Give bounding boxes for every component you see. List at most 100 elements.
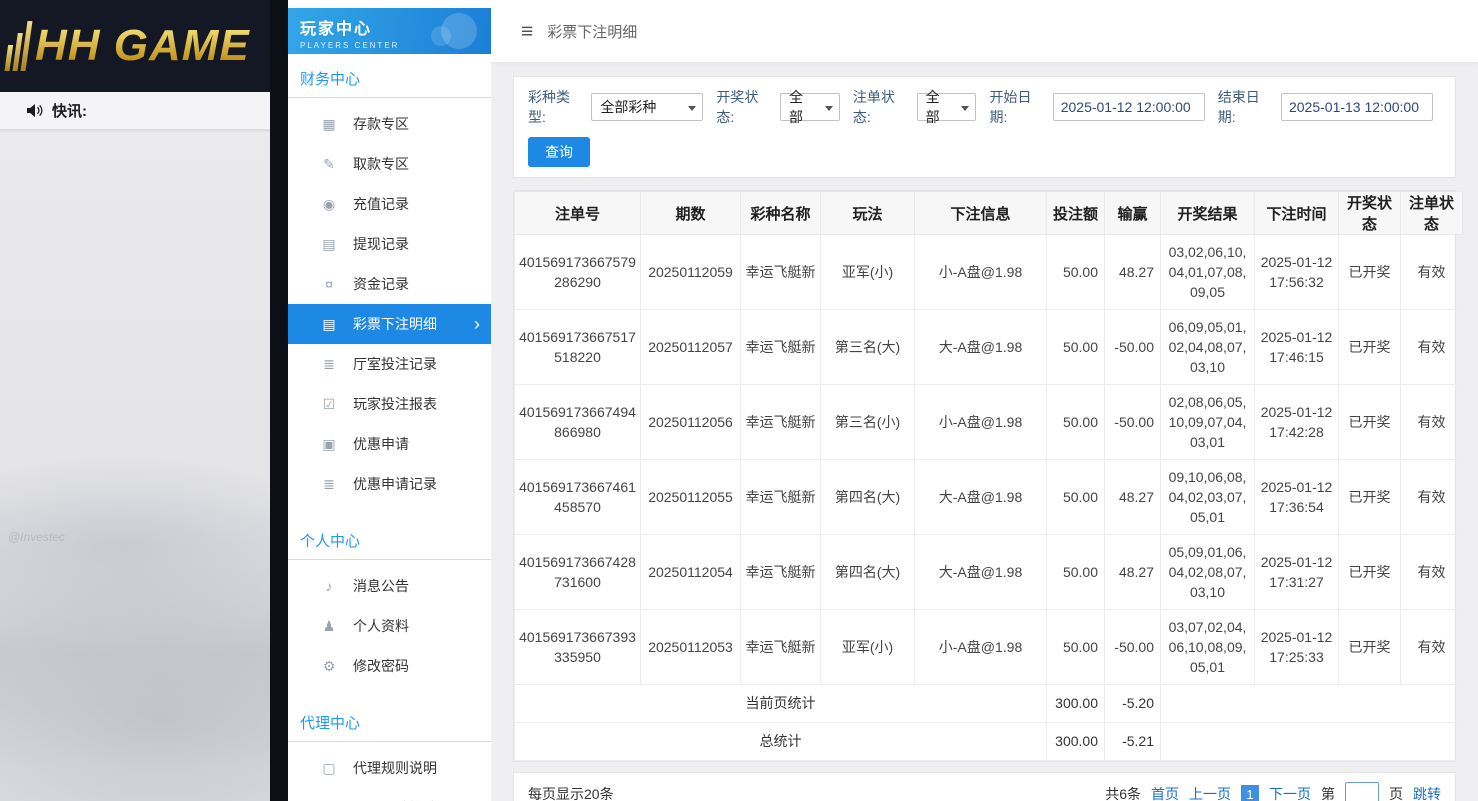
end-date-input[interactable] bbox=[1281, 93, 1433, 121]
cell-bet-time: 2025-01-12 17:46:15 bbox=[1255, 310, 1339, 385]
summary-row: 当前页统计300.00-5.20 bbox=[515, 685, 1463, 723]
first-page-link[interactable]: 首页 bbox=[1151, 784, 1179, 801]
sidebar-item-label: 厅室投注记录 bbox=[353, 354, 437, 374]
main: ≡ 彩票下注明细 彩种类型: 全部彩种 开奖状态: 全 bbox=[491, 0, 1478, 801]
cell-lottery-name: 幸运飞艇新 bbox=[741, 610, 821, 685]
sidebar-item-agent-rules[interactable]: ▢代理规则说明 bbox=[288, 748, 491, 788]
cell-bet-time: 2025-01-12 17:56:32 bbox=[1255, 235, 1339, 310]
sidebar-item-lottery-bet-detail[interactable]: ▤彩票下注明细› bbox=[288, 304, 491, 344]
brand-logo[interactable]: HH GAME bbox=[8, 21, 250, 71]
chevron-down-icon bbox=[688, 106, 696, 115]
sidebar-item-promo-apply[interactable]: ▣优惠申请 bbox=[288, 424, 491, 464]
bet-table-card: 注单号期数彩种名称玩法下注信息投注额输赢开奖结果下注时间开奖状态注单状态 401… bbox=[513, 190, 1456, 762]
sidebar-item-label: 代理规则说明 bbox=[353, 758, 437, 778]
sidebar-item-label: 修改密码 bbox=[353, 656, 409, 676]
end-date-filter: 结束日期: bbox=[1218, 87, 1433, 127]
speaker-icon bbox=[26, 103, 43, 118]
news-ticker: 快讯: bbox=[0, 92, 270, 130]
col-header-bet-info: 下注信息 bbox=[915, 192, 1047, 235]
cell-win-loss: -50.00 bbox=[1105, 385, 1161, 460]
sidebar-item-recharge-record[interactable]: ◉ 充值记录 bbox=[288, 184, 491, 224]
cell-draw-result: 03,02,06,10,04,01,07,08,09,05 bbox=[1161, 235, 1255, 310]
query-button[interactable]: 查询 bbox=[528, 137, 590, 167]
sidebar-title: 玩家中心 bbox=[300, 15, 491, 39]
start-date-label: 开始日期: bbox=[989, 87, 1048, 127]
sidebar-item-withdrawal-record[interactable]: ▤提现记录 bbox=[288, 224, 491, 264]
jump-button[interactable]: 跳转 bbox=[1413, 784, 1441, 801]
sidebar-item-hall-bet-record[interactable]: ≣ 厅室投注记录 bbox=[288, 344, 491, 384]
sidebar-item-withdraw[interactable]: ✎取款专区 bbox=[288, 144, 491, 184]
cell-period: 20250112059 bbox=[641, 235, 741, 310]
lottery-type-select[interactable]: 全部彩种 bbox=[591, 93, 703, 121]
sidebar-item-label: 彩票下注明细 bbox=[353, 314, 437, 334]
sidebar-item-label: 充值记录 bbox=[353, 194, 409, 214]
jump-page-input[interactable] bbox=[1345, 782, 1379, 801]
filter-row: 彩种类型: 全部彩种 开奖状态: 全部 注单 bbox=[528, 87, 1441, 127]
sidebar-item-label: 资金记录 bbox=[353, 274, 409, 294]
table-row: 40156917366746145857020250112055幸运飞艇新第四名… bbox=[515, 460, 1463, 535]
section-title: 财务中心 bbox=[288, 54, 491, 98]
cell-draw-status: 已开奖 bbox=[1339, 610, 1401, 685]
cell-win-loss: -50.00 bbox=[1105, 310, 1161, 385]
cell-bet-id: 401569173667461458570 bbox=[515, 460, 641, 535]
prev-page-link[interactable]: 上一页 bbox=[1189, 784, 1231, 801]
sidebar: 玩家中心 PLAYERS CENTER 财务中心▦存款专区✎取款专区◉充值记录▤… bbox=[288, 0, 491, 801]
cell-bet-info: 大-A盘@1.98 bbox=[915, 535, 1047, 610]
recharge-record-icon: ◉ bbox=[321, 196, 337, 213]
photo-watermark: @Investec bbox=[8, 530, 65, 544]
start-date-input[interactable] bbox=[1053, 93, 1205, 121]
pager: 共6条 首页 上一页 1 下一页 第 页 跳转 bbox=[1105, 782, 1441, 801]
cell-draw-result: 05,09,01,06,04,02,08,07,03,10 bbox=[1161, 535, 1255, 610]
sidebar-item-label: 优惠申请记录 bbox=[353, 474, 437, 494]
sidebar-nav: 财务中心 ▦ 存款专区 ✎取款专区 ◉ 充值记录 ▤提现记录¤资金记录▤彩票下注明细› ≣ 厅室… bbox=[288, 54, 491, 801]
end-date-label: 结束日期: bbox=[1218, 87, 1277, 127]
current-page[interactable]: 1 bbox=[1241, 785, 1259, 801]
cell-bet-info: 小-A盘@1.98 bbox=[915, 235, 1047, 310]
table-row: 40156917366749486698020250112056幸运飞艇新第三名… bbox=[515, 385, 1463, 460]
bet-table-body: 40156917366757928629020250112059幸运飞艇新亚军(… bbox=[515, 235, 1463, 761]
cell-bet-status: 有效 bbox=[1401, 460, 1463, 535]
sidebar-item-change-password[interactable]: ⚙修改密码 bbox=[288, 646, 491, 686]
bet-status-select[interactable]: 全部 bbox=[917, 93, 977, 121]
news-label: 快讯: bbox=[52, 100, 87, 121]
logo-text: HH GAME bbox=[35, 21, 250, 71]
cell-bet-status: 有效 bbox=[1401, 235, 1463, 310]
cell-bet-status: 有效 bbox=[1401, 610, 1463, 685]
cell-draw-status: 已开奖 bbox=[1339, 460, 1401, 535]
draw-status-select[interactable]: 全部 bbox=[780, 93, 840, 121]
start-date-filter: 开始日期: bbox=[989, 87, 1204, 127]
sidebar-item-promo-apply-record[interactable]: ≣优惠申请记录 bbox=[288, 464, 491, 504]
panel-divider bbox=[270, 0, 288, 801]
sidebar-item-label: 优惠申请 bbox=[353, 434, 409, 454]
summary-win-loss: -5.20 bbox=[1105, 685, 1161, 723]
cell-bet-time: 2025-01-12 17:42:28 bbox=[1255, 385, 1339, 460]
cell-play-method: 第四名(大) bbox=[821, 460, 915, 535]
sidebar-item-deposit[interactable]: ▦ 存款专区 bbox=[288, 104, 491, 144]
summary-empty bbox=[1161, 723, 1463, 761]
sidebar-item-player-bet-report[interactable]: ☑玩家投注报表 bbox=[288, 384, 491, 424]
sidebar-item-profile[interactable]: ♟个人资料 bbox=[288, 606, 491, 646]
cell-period: 20250112054 bbox=[641, 535, 741, 610]
cell-play-method: 第三名(大) bbox=[821, 310, 915, 385]
hamburger-icon[interactable]: ≡ bbox=[521, 21, 533, 42]
sidebar-item-agent-team-stats[interactable]: ▥代理团队统计 bbox=[288, 788, 491, 801]
sidebar-item-label: 存款专区 bbox=[353, 114, 409, 134]
section-title: 个人中心 bbox=[288, 516, 491, 560]
cell-win-loss: 48.27 bbox=[1105, 235, 1161, 310]
sidebar-item-funds-record[interactable]: ¤资金记录 bbox=[288, 264, 491, 304]
deposit-icon: ▦ bbox=[321, 116, 337, 133]
logo-bars-icon bbox=[4, 21, 32, 71]
cell-play-method: 亚军(小) bbox=[821, 235, 915, 310]
cell-bet-amount: 50.00 bbox=[1047, 535, 1105, 610]
next-page-link[interactable]: 下一页 bbox=[1269, 784, 1311, 801]
cell-period: 20250112057 bbox=[641, 310, 741, 385]
hall-bet-record-icon: ≣ bbox=[321, 356, 337, 373]
cell-draw-result: 02,08,06,05,10,09,07,04,03,01 bbox=[1161, 385, 1255, 460]
cell-bet-id: 401569173667494866980 bbox=[515, 385, 641, 460]
cell-bet-info: 小-A盘@1.98 bbox=[915, 385, 1047, 460]
col-header-bet-amount: 投注额 bbox=[1047, 192, 1105, 235]
bet-table: 注单号期数彩种名称玩法下注信息投注额输赢开奖结果下注时间开奖状态注单状态 401… bbox=[514, 191, 1463, 761]
col-header-bet-id: 注单号 bbox=[515, 192, 641, 235]
cell-bet-status: 有效 bbox=[1401, 535, 1463, 610]
sidebar-item-message-announce[interactable]: ♪消息公告 bbox=[288, 566, 491, 606]
